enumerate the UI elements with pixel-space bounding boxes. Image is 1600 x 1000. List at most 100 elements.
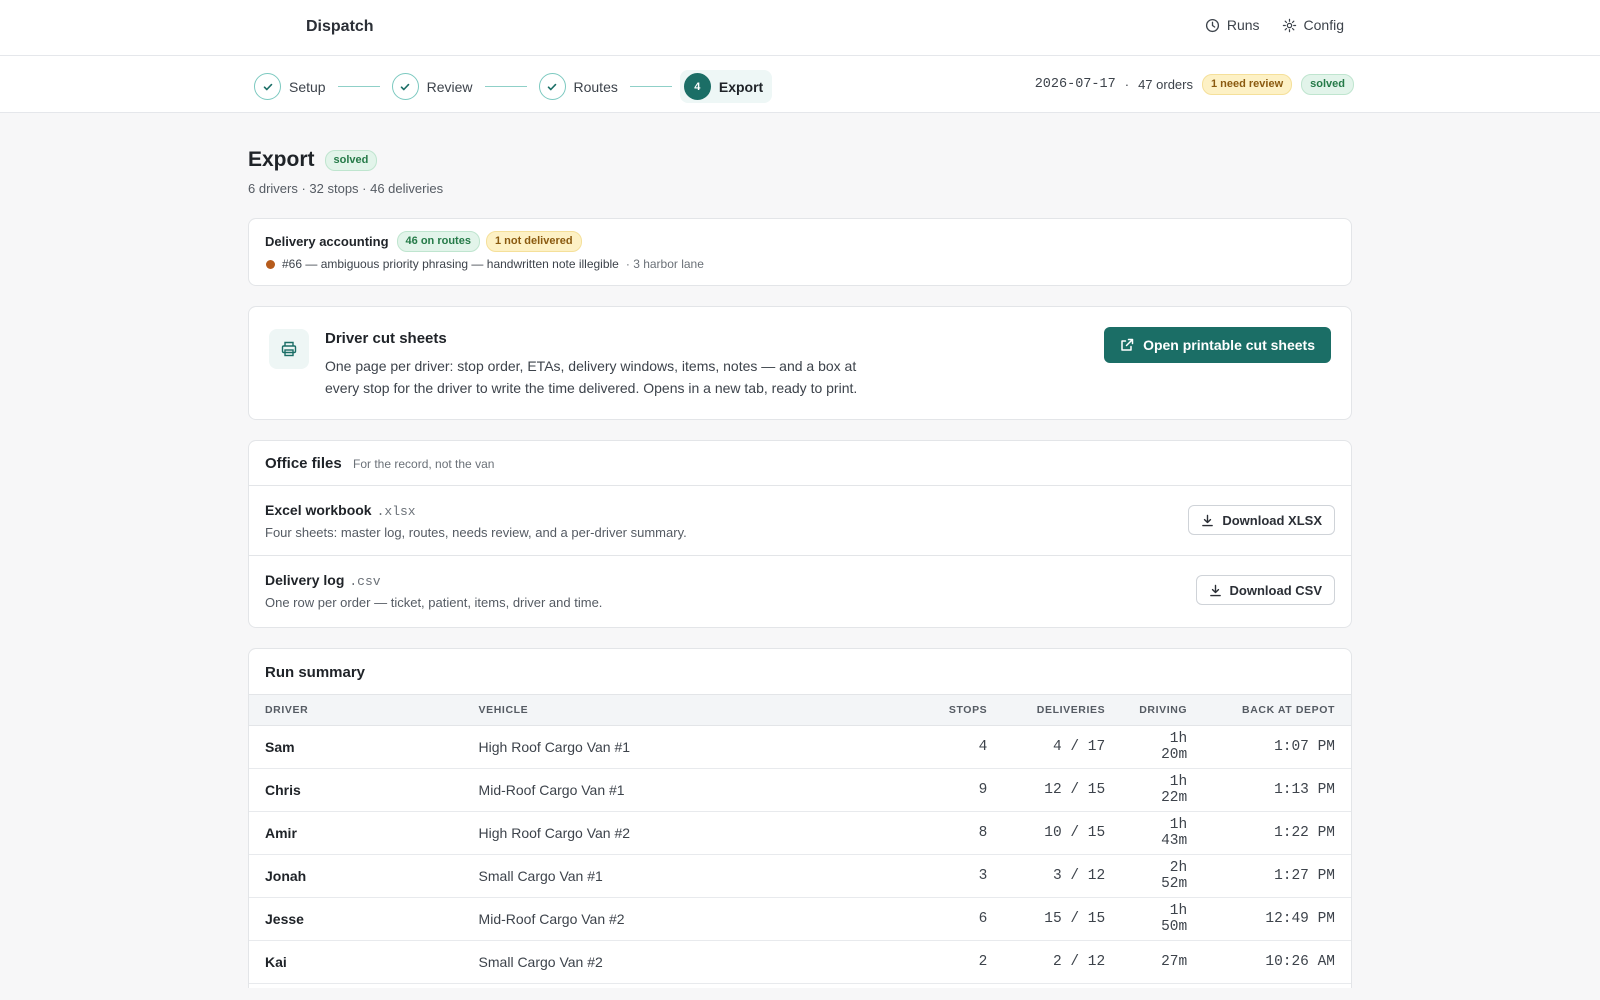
driving-cell: 1h 50m	[1161, 903, 1188, 935]
status-badge: solved	[1301, 74, 1354, 95]
app-title[interactable]: Dispatch	[306, 18, 374, 36]
office-files-subtitle: For the record, not the van	[353, 457, 495, 471]
step-review[interactable]: Review	[391, 73, 473, 100]
vehicle-cell: Mid-Roof Cargo Van #2	[478, 911, 625, 927]
review-badge[interactable]: 1 need review	[1201, 74, 1293, 95]
run-orders: 47 orders	[1138, 77, 1193, 92]
step-review-label: Review	[426, 78, 473, 95]
check-icon	[254, 73, 281, 100]
back-cell: 12:49 PM	[1265, 911, 1335, 927]
col-driver: DRIVER	[265, 704, 309, 716]
file-name: Excel workbook	[265, 502, 372, 518]
driving-cell: 1h 43m	[1161, 817, 1188, 849]
step-number: 4	[683, 73, 711, 100]
col-vehicle: VEHICLE	[478, 704, 529, 716]
stops-cell: 4	[978, 739, 988, 755]
step-bar: Setup Review Routes 4 Export 2026-07-17 …	[0, 56, 1600, 113]
nav-config-label: Config	[1303, 17, 1344, 33]
vehicle-cell: Small Cargo Van #2	[478, 954, 603, 970]
deliveries-cell: 3 / 12	[1053, 868, 1106, 884]
download-xlsx-label: Download XLSX	[1222, 512, 1322, 528]
vehicle-cell: Mid-Roof Cargo Van #1	[478, 782, 625, 798]
step-routes-label: Routes	[573, 78, 618, 95]
nav-config[interactable]: Config	[1282, 17, 1344, 33]
file-row-xlsx: Excel workbook .xlsx Four sheets: master…	[249, 486, 1351, 556]
file-description: Four sheets: master log, routes, needs r…	[265, 525, 687, 540]
back-cell: 1:22 PM	[1274, 825, 1335, 841]
back-cell: 1:13 PM	[1274, 782, 1335, 798]
driver-cell: Jesse	[265, 911, 304, 927]
delivery-accounting-card: Delivery accounting 46 on routes 1 not d…	[248, 218, 1352, 286]
download-csv-button[interactable]: Download CSV	[1195, 575, 1335, 605]
top-bar: Dispatch Runs Config	[0, 0, 1600, 56]
office-files-title: Office files	[265, 455, 342, 472]
step-connector	[629, 85, 672, 88]
table-row: Kai Small Cargo Van #2 2 2 / 12 27m 10:2…	[249, 941, 1351, 984]
open-cut-sheets-button[interactable]: Open printable cut sheets	[1104, 327, 1331, 363]
table-row: Sam High Roof Cargo Van #1 4 4 / 17 1h 2…	[249, 726, 1351, 769]
file-name: Delivery log	[265, 572, 345, 588]
nav-runs[interactable]: Runs	[1205, 17, 1260, 33]
check-icon	[391, 73, 419, 100]
page-subtitle: 6 drivers · 32 stops · 46 deliveries	[248, 181, 444, 196]
driving-cell: 27m	[1161, 954, 1188, 970]
warning-dot-icon	[266, 259, 275, 269]
page-title: Export	[248, 148, 315, 171]
clock-icon	[1205, 18, 1219, 32]
stops-cell: 2	[978, 954, 988, 970]
deliveries-cell: 2 / 12	[1053, 954, 1106, 970]
stops-cell: 6	[978, 911, 988, 927]
deliveries-cell: 15 / 15	[1044, 911, 1106, 927]
col-stops: STOPS	[948, 704, 988, 716]
driver-cell: Amir	[265, 825, 297, 841]
step-connector	[337, 85, 380, 88]
table-row: Jesse Mid-Roof Cargo Van #2 6 15 / 15 1h…	[249, 898, 1351, 941]
step-export[interactable]: 4 Export	[679, 70, 773, 103]
vehicle-cell: High Roof Cargo Van #2	[478, 825, 631, 841]
driver-cell: Chris	[265, 782, 301, 798]
table-row: Amir High Roof Cargo Van #2 8 10 / 15 1h…	[249, 812, 1351, 855]
download-icon	[1209, 584, 1221, 596]
back-cell: 1:27 PM	[1274, 868, 1335, 884]
stops-cell: 9	[978, 782, 988, 798]
cut-sheets-card: Driver cut sheets One page per driver: s…	[248, 306, 1352, 420]
step-setup[interactable]: Setup	[254, 73, 326, 100]
table-row: Jonah Small Cargo Van #1 3 3 / 12 2h 52m…	[249, 855, 1351, 898]
cut-sheets-title: Driver cut sheets	[325, 330, 447, 347]
page-heading: Export solved	[248, 148, 378, 172]
file-ext: .csv	[349, 574, 381, 589]
deliveries-cell: 4 / 17	[1053, 739, 1106, 755]
download-xlsx-button[interactable]: Download XLSX	[1188, 505, 1335, 535]
driving-cell: 1h 22m	[1161, 774, 1188, 806]
page-status-badge: solved	[324, 149, 378, 171]
col-back-at-depot: BACK AT DEPOT	[1242, 704, 1335, 716]
driver-cell: Sam	[265, 739, 295, 755]
issue-row[interactable]: #66 — ambiguous priority phrasing — hand…	[266, 257, 704, 271]
stops-cell: 8	[978, 825, 988, 841]
driver-cell: Jonah	[265, 868, 307, 884]
table-row: Chris Mid-Roof Cargo Van #1 9 12 / 15 1h…	[249, 769, 1351, 812]
not-delivered-badge: 1 not delivered	[485, 231, 582, 252]
run-date: 2026-07-17	[1034, 77, 1116, 92]
accounting-title: Delivery accounting	[265, 234, 389, 249]
driving-cell: 1h 20m	[1161, 731, 1188, 763]
check-icon	[538, 73, 566, 100]
file-ext: .xlsx	[376, 504, 416, 519]
download-icon	[1202, 514, 1214, 526]
vehicle-cell: Small Cargo Van #1	[478, 868, 603, 884]
vehicle-cell: High Roof Cargo Van #1	[478, 739, 631, 755]
issue-location: · 3 harbor lane	[625, 257, 704, 271]
issue-text: #66 — ambiguous priority phrasing — hand…	[282, 257, 619, 271]
stops-cell: 3	[978, 868, 988, 884]
table-header-row: DRIVER VEHICLE STOPS DELIVERIES DRIVING …	[249, 694, 1351, 726]
driver-cell: Kai	[265, 954, 287, 970]
cut-sheets-description: One page per driver: stop order, ETAs, d…	[325, 358, 858, 396]
run-summary-title: Run summary	[265, 664, 366, 681]
gear-icon	[1282, 18, 1296, 32]
office-files-card: Office files For the record, not the van…	[248, 440, 1352, 628]
step-routes[interactable]: Routes	[538, 73, 618, 100]
col-deliveries: DELIVERIES	[1036, 704, 1106, 716]
step-setup-label: Setup	[289, 78, 326, 95]
file-description: One row per order — ticket, patient, ite…	[265, 595, 603, 610]
run-summary-table: DRIVER VEHICLE STOPS DELIVERIES DRIVING …	[249, 694, 1351, 984]
